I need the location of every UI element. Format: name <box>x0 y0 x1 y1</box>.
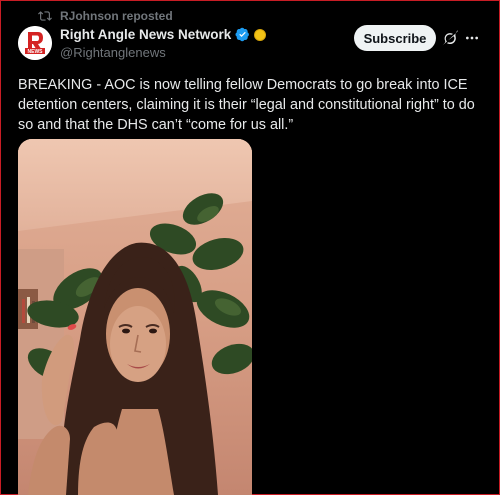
avatar[interactable]: NEWS <box>18 26 52 60</box>
repost-icon <box>38 11 52 21</box>
author-name[interactable]: Right Angle News Network <box>60 27 231 42</box>
post-header: Right Angle News Network @Rightanglenews <box>60 27 267 60</box>
subscribe-button[interactable]: Subscribe <box>354 25 436 51</box>
repost-text: RJohnson reposted <box>60 9 173 23</box>
more-options-icon[interactable] <box>464 30 480 46</box>
affiliate-badge-icon[interactable] <box>254 28 267 41</box>
repost-indicator[interactable]: RJohnson reposted <box>38 9 173 23</box>
tweet-text: BREAKING - AOC is now telling fellow Dem… <box>18 77 475 133</box>
video-still-image <box>18 139 252 495</box>
author-handle[interactable]: @Rightanglenews <box>60 45 266 60</box>
news-logo-icon: NEWS <box>18 26 52 60</box>
video-thumbnail[interactable] <box>18 139 252 495</box>
verified-badge-icon[interactable] <box>235 27 250 42</box>
avatar-logo-text: NEWS <box>28 49 44 55</box>
grok-icon[interactable] <box>442 30 458 46</box>
